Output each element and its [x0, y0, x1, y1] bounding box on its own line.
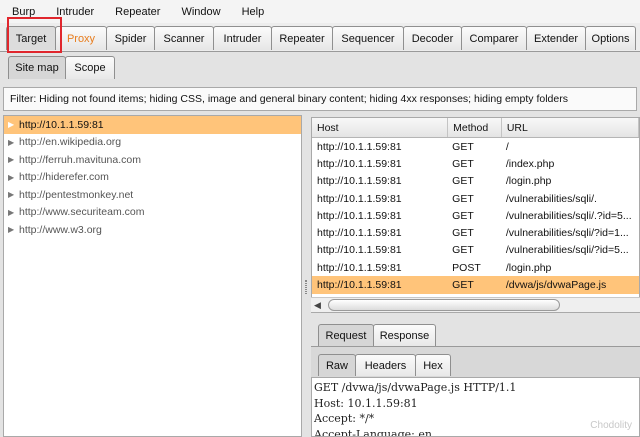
main-tab-bar: Target Proxy Spider Scanner Intruder Rep… — [6, 25, 640, 51]
view-tab-bar: Raw Headers Hex — [318, 354, 451, 377]
raw-line: Host: 10.1.1.59:81 — [314, 396, 418, 410]
column-host[interactable]: Host — [312, 118, 449, 137]
table-row[interactable]: http://10.1.1.59:81 GET/vulnerabilities/s… — [312, 242, 639, 259]
expand-arrow-icon[interactable]: ▶ — [8, 173, 19, 182]
menu-help[interactable]: Help — [242, 6, 265, 18]
scrollbar-thumb[interactable] — [328, 299, 560, 311]
tree-item[interactable]: ▶ http://10.1.1.59:81 — [4, 116, 301, 134]
menu-intruder[interactable]: Intruder — [56, 6, 94, 18]
table-row[interactable]: http://10.1.1.59:81 GET/vulnerabilities/s… — [312, 207, 639, 224]
tab-decoder[interactable]: Decoder — [403, 26, 462, 50]
tab-hex[interactable]: Hex — [415, 354, 451, 376]
tab-sequencer[interactable]: Sequencer — [332, 26, 404, 50]
expand-arrow-icon[interactable]: ▶ — [8, 120, 19, 129]
tab-response[interactable]: Response — [373, 324, 436, 346]
scroll-left-arrow-icon[interactable]: ◀ — [314, 300, 321, 311]
tree-item[interactable]: ▶ http://www.w3.org — [4, 221, 301, 239]
tab-spider[interactable]: Spider — [106, 26, 155, 50]
menu-burp[interactable]: Burp — [12, 6, 35, 18]
pane-splitter[interactable] — [303, 115, 309, 437]
tab-site-map[interactable]: Site map — [8, 56, 66, 79]
tab-options[interactable]: Options — [585, 26, 636, 50]
tab-request[interactable]: Request — [318, 324, 374, 346]
tab-scanner[interactable]: Scanner — [154, 26, 214, 50]
menu-bar: Burp Intruder Repeater Window Help — [0, 0, 640, 23]
filter-bar[interactable]: Filter: Hiding not found items; hiding C… — [3, 87, 637, 111]
table-row[interactable]: http://10.1.1.59:81 POST/login.php — [312, 259, 639, 276]
expand-arrow-icon[interactable]: ▶ — [8, 208, 19, 217]
tree-item[interactable]: ▶ http://www.securiteam.com — [4, 204, 301, 222]
splitter-grip-icon[interactable] — [305, 280, 307, 294]
requests-table: Host Method URL http://10.1.1.59:81 GET / … — [311, 117, 640, 313]
expand-arrow-icon[interactable]: ▶ — [8, 190, 19, 199]
table-header: Host Method URL — [312, 118, 639, 138]
tree-item[interactable]: ▶ http://en.wikipedia.org — [4, 134, 301, 152]
tree-item[interactable]: ▶ http://ferruh.mavituna.com — [4, 151, 301, 169]
table-row[interactable]: http://10.1.1.59:81 GET/index.php — [312, 155, 639, 172]
expand-arrow-icon[interactable]: ▶ — [8, 155, 19, 164]
tab-comparer[interactable]: Comparer — [461, 26, 527, 50]
table-row[interactable]: http://10.1.1.59:81 GET / — [312, 138, 639, 155]
tab-headers[interactable]: Headers — [355, 354, 416, 376]
horizontal-scrollbar[interactable]: ◀ — [311, 297, 640, 312]
tab-extender[interactable]: Extender — [526, 26, 586, 50]
table-row[interactable]: http://10.1.1.59:81 GET/vulnerabilities/s… — [312, 190, 639, 207]
column-method[interactable]: Method — [448, 118, 502, 137]
site-map-tree: ▶ http://10.1.1.59:81 ▶ http://en.wikipedi… — [3, 115, 302, 437]
tab-repeater[interactable]: Repeater — [271, 26, 333, 50]
table-row[interactable]: http://10.1.1.59:81 GET/vulnerabilities/s… — [312, 224, 639, 241]
target-tab-highlight-box — [7, 17, 62, 53]
filter-text: Filter: Hiding not found items; hiding C… — [10, 93, 568, 105]
message-tab-bar: Request Response — [318, 324, 436, 347]
tab-scope[interactable]: Scope — [65, 56, 115, 79]
tab-intruder[interactable]: Intruder — [213, 26, 272, 50]
expand-arrow-icon[interactable]: ▶ — [8, 225, 19, 234]
tree-item[interactable]: ▶ http://pentestmonkey.net — [4, 186, 301, 204]
table-row[interactable]: http://10.1.1.59:81 GET/login.php — [312, 173, 639, 190]
watermark: Chodolity — [590, 420, 632, 431]
menu-window[interactable]: Window — [181, 6, 220, 18]
menu-repeater[interactable]: Repeater — [115, 6, 160, 18]
target-subtab-bar: Site map Scope — [8, 56, 115, 80]
table-row-selected[interactable]: http://10.1.1.59:81 GET/dvwa/js/dvwaPage.… — [312, 276, 639, 294]
raw-line: GET /dvwa/js/dvwaPage.js HTTP/1.1 — [314, 381, 517, 394]
tab-raw[interactable]: Raw — [318, 354, 356, 376]
column-url[interactable]: URL — [502, 118, 639, 137]
expand-arrow-icon[interactable]: ▶ — [8, 138, 19, 147]
tree-item[interactable]: ▶ http://hiderefer.com — [4, 169, 301, 187]
tab-proxy[interactable]: Proxy — [55, 26, 107, 50]
